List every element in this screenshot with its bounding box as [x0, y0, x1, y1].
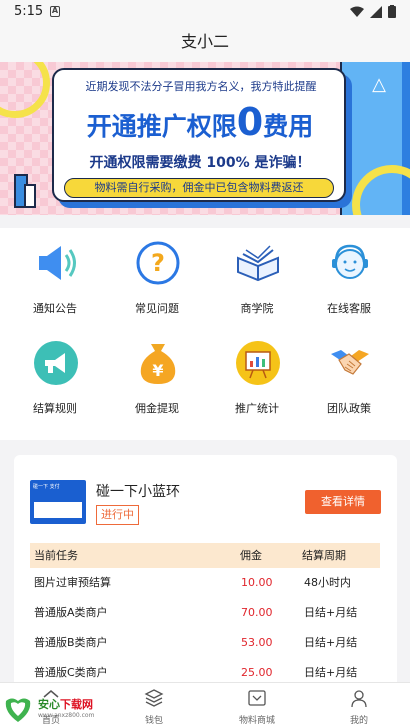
menu-item-team-policy[interactable]: 团队政策: [298, 328, 400, 418]
nav-item-shop[interactable]: 物料商城: [206, 683, 308, 728]
signal-icon: [370, 5, 382, 18]
cycle-cell: 48小时内: [304, 576, 351, 589]
commission-cell: 53.00: [241, 636, 273, 649]
table-row: 普通版B类商户 53.00 日结+月结: [30, 628, 380, 658]
banner-headline-a: 开通推广权限: [86, 112, 237, 141]
watermark-url: www.anxz800.com: [38, 712, 95, 719]
profile-icon: [351, 690, 367, 708]
menu-label: 团队政策: [327, 402, 371, 415]
menu-item-notice[interactable]: 通知公告: [4, 228, 106, 318]
nav-item-wallet[interactable]: 钱包: [103, 683, 205, 728]
menu-item-settlement-rules[interactable]: 结算规则: [4, 328, 106, 418]
nav-label: 钱包: [144, 716, 163, 726]
view-details-button[interactable]: 查看详情: [305, 490, 381, 514]
question-icon: ?: [136, 241, 180, 285]
watermark-logo-icon: [5, 698, 31, 722]
commission-cell: 70.00: [241, 606, 273, 619]
function-grid: 通知公告 ? 常见问题 商学院 在线客服 结算规则 ¥ 佣金提现 推广统计 团队…: [0, 228, 410, 440]
nav-item-profile[interactable]: 我的: [308, 683, 410, 728]
handshake-icon: [331, 350, 369, 375]
svg-text:?: ?: [151, 249, 165, 277]
menu-item-support[interactable]: 在线客服: [298, 228, 400, 318]
watermark-brand-b: 下载网: [60, 698, 93, 711]
menu-label: 佣金提现: [135, 402, 179, 415]
banner-triangle-icon: △: [372, 74, 386, 95]
task-cell: 普通版B类商户: [34, 636, 108, 649]
thumbnail-text: 碰一下 支付: [33, 484, 60, 490]
task-cell: 普通版A类商户: [34, 606, 108, 619]
wifi-icon: [350, 6, 364, 17]
customer-service-icon: [332, 244, 368, 279]
speaker-icon: [39, 246, 76, 280]
banner-card: 近期发现不法分子冒用我方名义，我方特此提醒 开通推广权限0费用 开通权限需要缴费…: [52, 68, 346, 202]
banner-ring-decoration: [0, 62, 50, 118]
banner-bar-decoration-2: [24, 184, 36, 208]
task-table-header: 当前任务 佣金 结算周期: [30, 543, 380, 568]
column-header-commission: 佣金: [240, 549, 262, 562]
menu-label: 常见问题: [135, 302, 179, 315]
status-time: 5:15: [14, 4, 44, 19]
megaphone-icon: [34, 341, 78, 385]
column-header-cycle: 结算周期: [302, 549, 346, 562]
battery-icon: [388, 5, 396, 18]
money-bag-icon: ¥: [140, 344, 176, 384]
banner-headline-zero: 0: [236, 100, 264, 144]
menu-label: 推广统计: [235, 402, 279, 415]
status-bar: 5:15 A: [0, 0, 410, 24]
banner-notice-text: 近期发现不法分子冒用我方名义，我方特此提醒: [85, 80, 317, 93]
table-row: 图片过审预结算 10.00 48小时内: [30, 568, 380, 598]
stats-board-icon: [236, 341, 280, 385]
status-icons: [350, 5, 396, 18]
warning-banner[interactable]: △ 近期发现不法分子冒用我方名义，我方特此提醒 开通推广权限0费用 开通权限需要…: [0, 62, 410, 215]
cycle-cell: 日结+月结: [304, 636, 358, 649]
task-card: 碰一下 支付 碰一下小蓝环 进行中 查看详情 当前任务 佣金 结算周期 图片过审…: [14, 455, 397, 695]
menu-label: 在线客服: [327, 302, 371, 315]
watermark: 安心下载网 www.anxz800.com: [0, 686, 110, 728]
banner-headline-b: 费用: [263, 112, 314, 141]
notification-a-icon: A: [50, 6, 60, 17]
menu-item-academy[interactable]: 商学院: [206, 228, 308, 318]
watermark-brand-a: 安心: [38, 698, 60, 711]
nav-label: 我的: [349, 716, 368, 726]
banner-pill: 物料需自行采购，佣金中已包含物料费返还: [64, 178, 334, 198]
menu-label: 结算规则: [33, 402, 77, 415]
nav-label: 物料商城: [238, 716, 275, 726]
menu-item-promo-stats[interactable]: 推广统计: [206, 328, 308, 418]
menu-label: 通知公告: [33, 302, 77, 315]
task-name: 碰一下小蓝环: [96, 484, 180, 500]
svg-text:¥: ¥: [152, 361, 163, 380]
status-badge: 进行中: [96, 505, 139, 525]
page-title: 支小二: [180, 32, 229, 51]
task-thumbnail: 碰一下 支付: [30, 480, 86, 524]
app-header: 支小二: [0, 24, 410, 62]
menu-item-faq[interactable]: ? 常见问题: [106, 228, 208, 318]
cycle-cell: 日结+月结: [304, 606, 358, 619]
menu-label: 商学院: [240, 302, 274, 315]
watermark-brand: 安心下载网: [38, 696, 93, 712]
shop-icon: [248, 690, 266, 706]
menu-item-withdraw[interactable]: ¥ 佣金提现: [106, 328, 208, 418]
column-header-task: 当前任务: [34, 549, 78, 562]
wallet-icon: [144, 689, 164, 707]
thumbnail-panel: [34, 502, 82, 518]
banner-fraud-warning: 开通权限需要缴费 100% 是诈骗！: [89, 155, 311, 171]
book-icon: [237, 245, 279, 282]
table-row: 普通版A类商户 70.00 日结+月结: [30, 598, 380, 628]
banner-headline: 开通推广权限0费用: [58, 100, 342, 144]
commission-cell: 10.00: [241, 576, 273, 589]
task-cell: 图片过审预结算: [34, 576, 111, 589]
